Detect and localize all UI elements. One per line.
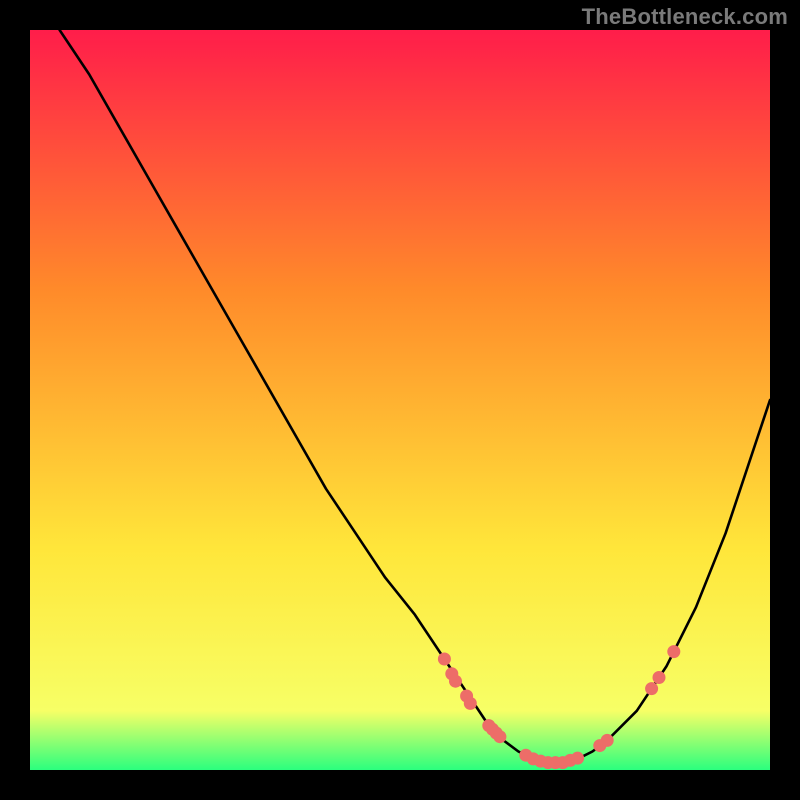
data-dot — [601, 734, 614, 747]
data-dot — [653, 671, 666, 684]
data-dot — [438, 653, 451, 666]
data-dot — [493, 730, 506, 743]
gradient-background — [30, 30, 770, 770]
data-dot — [571, 752, 584, 765]
data-dot — [645, 682, 658, 695]
chart-container: TheBottleneck.com — [0, 0, 800, 800]
data-dot — [449, 675, 462, 688]
data-dot — [464, 697, 477, 710]
watermark-text: TheBottleneck.com — [582, 4, 788, 30]
chart-svg — [30, 30, 770, 770]
chart-plot-area — [30, 30, 770, 770]
data-dot — [667, 645, 680, 658]
